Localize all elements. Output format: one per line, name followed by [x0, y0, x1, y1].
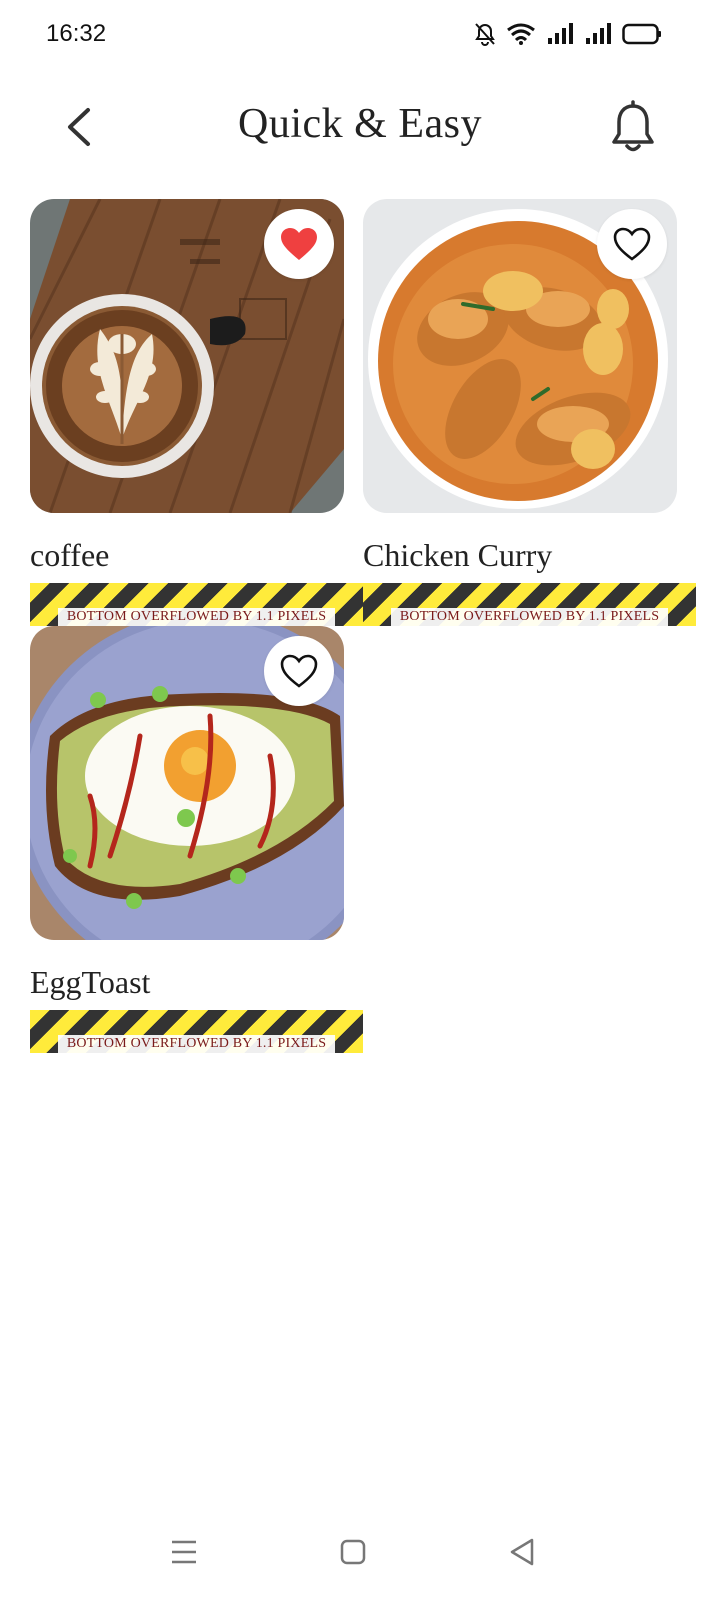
menu-icon	[172, 1540, 196, 1564]
heart-icon	[281, 228, 317, 260]
overflow-warning: BOTTOM OVERFLOWED BY 1.1 PIXELS	[363, 583, 696, 626]
status-icons	[474, 22, 662, 46]
wifi-icon	[507, 23, 535, 45]
overflow-warning-text: BOTTOM OVERFLOWED BY 1.1 PIXELS	[58, 608, 335, 626]
overflow-warning-text: BOTTOM OVERFLOWED BY 1.1 PIXELS	[58, 1035, 335, 1053]
home-button[interactable]	[333, 1532, 373, 1572]
recipe-card-eggtoast[interactable]: EggToast	[30, 626, 344, 1000]
recipe-title: EggToast	[30, 964, 151, 1000]
favorite-button[interactable]	[264, 636, 334, 706]
mute-icon	[475, 23, 495, 46]
overflow-warning: BOTTOM OVERFLOWED BY 1.1 PIXELS	[30, 583, 363, 626]
heart-icon	[280, 654, 318, 688]
home-icon	[340, 1539, 366, 1565]
status-bar: 16:32	[0, 0, 720, 70]
notifications-button[interactable]	[608, 100, 658, 156]
app-bar: Quick & Easy	[0, 90, 720, 170]
overflow-warning: BOTTOM OVERFLOWED BY 1.1 PIXELS	[30, 1010, 363, 1053]
overflow-warning-text: BOTTOM OVERFLOWED BY 1.1 PIXELS	[391, 608, 668, 626]
menu-button[interactable]	[164, 1532, 204, 1572]
recipe-image-coffee[interactable]	[30, 199, 344, 513]
recipe-card-chicken-curry[interactable]: Chicken Curry	[363, 199, 677, 573]
system-back-button[interactable]	[502, 1532, 542, 1572]
system-nav-bar	[0, 1524, 720, 1600]
favorite-button[interactable]	[264, 209, 334, 279]
favorite-button[interactable]	[597, 209, 667, 279]
recipe-image-eggtoast[interactable]	[30, 626, 344, 940]
signal-icon	[548, 23, 573, 44]
recipe-image-chicken-curry[interactable]	[363, 199, 677, 513]
battery-icon	[622, 23, 661, 45]
signal-icon	[586, 23, 611, 44]
heart-icon	[613, 227, 651, 261]
recipe-title: Chicken Curry	[363, 537, 553, 573]
back-triangle-icon	[510, 1538, 534, 1566]
recipe-title: coffee	[30, 537, 110, 573]
status-time: 16:32	[46, 20, 107, 47]
bell-icon	[612, 100, 654, 152]
recipe-card-coffee[interactable]: coffee	[30, 199, 344, 573]
